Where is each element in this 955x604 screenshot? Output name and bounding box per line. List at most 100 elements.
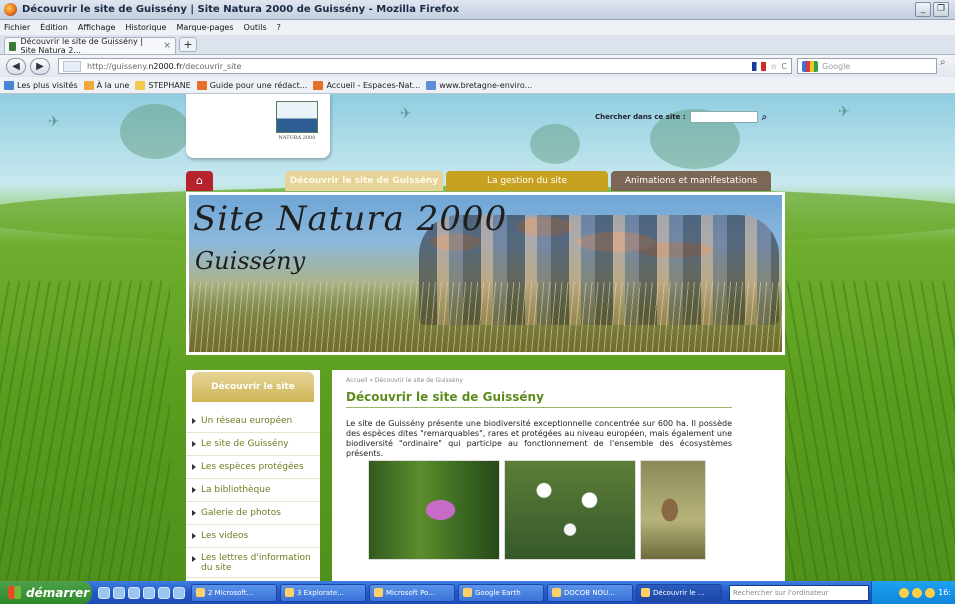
sidebar-item-label: Les lettres d'information du site [201, 553, 311, 573]
google-icon[interactable] [802, 60, 818, 72]
url-prefix: http://guisseny. [87, 61, 149, 71]
site-logo-card[interactable]: NATURA 2000 [186, 94, 330, 158]
folder-icon [83, 80, 94, 90]
quick-launch-icon[interactable] [98, 586, 110, 599]
home-icon[interactable]: ⌂ [186, 171, 213, 191]
banner-grass [189, 282, 782, 352]
natura-2000-logo[interactable] [276, 101, 318, 133]
page-icon [196, 80, 207, 90]
sidebar-item-site[interactable]: Le site de Guissény [186, 433, 320, 456]
firefox-icon [4, 3, 17, 16]
menu-fichier[interactable]: Fichier [4, 23, 30, 32]
desktop-search-input[interactable]: Rechercher sur l'ordinateur [729, 584, 869, 601]
new-tab-button[interactable]: + [179, 37, 197, 52]
minimize-button[interactable]: _ [915, 2, 931, 17]
browser-search-placeholder: Google [822, 61, 851, 71]
taskbar-button[interactable]: DOCOB NOU... [547, 583, 633, 602]
menu-marque-pages[interactable]: Marque-pages [176, 23, 233, 32]
sidebar-item-label: Le site de Guissény [201, 439, 289, 449]
bookmark-item[interactable]: À la une [83, 80, 129, 90]
tray-icon[interactable] [912, 587, 923, 598]
taskbar-button-active[interactable]: Découvrir le ... [636, 583, 722, 602]
bookmark-item[interactable]: Guide pour une rédact... [196, 80, 308, 90]
bookmarks-toolbar: Les plus visités À la une STEPHANE Guide… [0, 77, 955, 94]
nav-animations[interactable]: Animations et manifestations [611, 171, 771, 191]
menu-historique[interactable]: Historique [125, 23, 166, 32]
tab-current[interactable]: Découvrir le site de Guissény | Site Nat… [4, 37, 176, 55]
bookmark-label: Guide pour une rédact... [209, 80, 308, 90]
sidebar-item-videos[interactable]: Les videos [186, 525, 320, 548]
background-grass-right [785, 281, 955, 581]
nav-gestion[interactable]: La gestion du site [446, 171, 608, 191]
bookmark-item[interactable]: www.bretagne-enviro... [426, 80, 532, 90]
menu-outils[interactable]: Outils [244, 23, 267, 32]
bookmark-star-icon[interactable]: ☆ [770, 62, 777, 71]
quick-launch-icon[interactable] [173, 586, 185, 599]
taskbar-button-label: 2 Microsoft... [208, 588, 254, 597]
taskbar-button-label: DOCOB NOU... [564, 588, 615, 597]
arrow-right-icon [192, 556, 196, 562]
sidebar-item-reseau[interactable]: Un réseau européen [186, 410, 320, 433]
sidebar-item-galerie[interactable]: Galerie de photos [186, 502, 320, 525]
taskbar-button[interactable]: 2 Microsoft... [191, 583, 277, 602]
quick-launch-icon[interactable] [158, 586, 170, 599]
globe-icon [463, 588, 472, 597]
site-search-input[interactable] [689, 111, 758, 123]
page-title: Découvrir le site de Guissény [346, 390, 732, 408]
clock[interactable]: 16: [938, 588, 951, 597]
sidebar-list: Un réseau européen Le site de Guissény L… [186, 410, 320, 578]
breadcrumb[interactable]: Accueil » Découvrir le site de Guissény [346, 377, 463, 384]
arrow-right-icon [192, 418, 196, 424]
firefox-icon [641, 588, 650, 597]
menu-aide[interactable]: ? [277, 23, 281, 32]
taskbar-button-label: Découvrir le ... [653, 588, 705, 597]
main-content: Accueil » Découvrir le site de Guissény … [332, 370, 785, 581]
bookmark-icon [4, 80, 14, 90]
quick-launch-icon[interactable] [113, 586, 125, 599]
taskbar-button-label: Microsoft Po... [386, 588, 435, 597]
photo-orchid[interactable] [368, 460, 500, 560]
bookmark-item[interactable]: Les plus visités [4, 80, 78, 90]
site-identity-icon[interactable] [63, 60, 81, 72]
sidebar-heading: Découvrir le site [192, 372, 314, 402]
window-titlebar: Découvrir le site de Guissény | Site Nat… [0, 0, 955, 20]
search-go-icon[interactable]: ⌕ [940, 57, 946, 68]
sidebar-item-lettres[interactable]: Les lettres d'information du site [186, 548, 320, 578]
tab-label: Découvrir le site de Guissény | Site Nat… [20, 37, 144, 55]
tray-icon[interactable] [925, 587, 936, 598]
page-viewport: ✈ ✈ ✈ NATURA 2000 Chercher dans ce site … [0, 94, 955, 581]
quick-launch [92, 586, 191, 599]
bookmark-item[interactable]: STEPHANE [135, 80, 191, 90]
url-bar[interactable]: http://guisseny. n2000.fr/decouvrir_site … [58, 58, 792, 74]
taskbar-button[interactable]: 3 Explorate... [280, 583, 366, 602]
photo-bird[interactable] [640, 460, 706, 560]
url-domain: n2000.fr [148, 61, 183, 71]
back-button[interactable]: ◀ [6, 57, 26, 75]
url-path: /decouvrir_site [182, 61, 242, 71]
tab-close-icon[interactable]: × [163, 41, 171, 51]
taskbar-button[interactable]: Google Earth [458, 583, 544, 602]
taskbar-button[interactable]: Microsoft Po... [369, 583, 455, 602]
sidebar-item-bibliotheque[interactable]: La bibliothèque [186, 479, 320, 502]
app-icon [196, 588, 205, 597]
forward-button[interactable]: ▶ [30, 57, 50, 75]
desktop-search-placeholder: Rechercher sur l'ordinateur [733, 588, 829, 597]
reload-icon[interactable]: C [781, 62, 787, 71]
tab-bar: Découvrir le site de Guissény | Site Nat… [0, 35, 955, 55]
menu-edition[interactable]: Édition [40, 23, 68, 32]
photo-cotton-grass[interactable] [504, 460, 636, 560]
taskbar-button-label: 3 Explorate... [297, 588, 344, 597]
quick-launch-icon[interactable] [143, 586, 155, 599]
restore-button[interactable]: ❐ [933, 2, 949, 17]
start-button[interactable]: démarrer [0, 581, 92, 604]
bookmark-item[interactable]: Accueil - Espaces-Nat... [313, 80, 420, 90]
sidebar-item-especes[interactable]: Les espèces protégées [186, 456, 320, 479]
tray-icon[interactable] [899, 587, 910, 598]
arrow-right-icon [192, 464, 196, 470]
arrow-right-icon [192, 441, 196, 447]
menu-affichage[interactable]: Affichage [78, 23, 116, 32]
nav-decouvrir[interactable]: Découvrir le site de Guissény [285, 171, 443, 191]
search-icon[interactable]: ⌕ [762, 112, 768, 123]
browser-search-box[interactable]: Google [797, 58, 937, 74]
quick-launch-icon[interactable] [128, 586, 140, 599]
